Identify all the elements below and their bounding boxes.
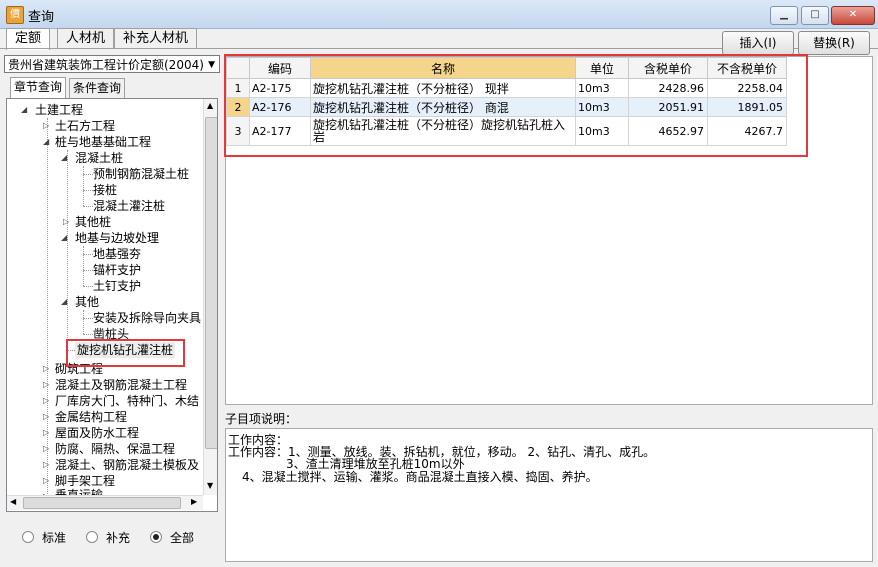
tree-node[interactable]: 混凝土、钢筋混凝土模板及	[55, 457, 199, 473]
highlight-box-tree	[66, 339, 185, 367]
tree-node[interactable]: 混凝土及钢筋混凝土工程	[55, 377, 187, 393]
expand-icon[interactable]: ▷	[43, 393, 49, 409]
tree-node[interactable]: 安装及拆除导向夹具	[93, 310, 201, 326]
radio-all[interactable]: 全部	[150, 530, 194, 546]
expand-icon[interactable]: ▷	[63, 214, 69, 230]
title-bar	[0, 0, 878, 29]
scroll-left-icon[interactable]: ◀	[10, 497, 16, 506]
expand-icon[interactable]: ▷	[43, 377, 49, 393]
tree-node[interactable]: 地基与边坡处理	[75, 230, 159, 246]
description-box: 工作内容： 工作内容：1、测量、放线。装、拆钻机，就位，移动。 2、钻孔、清孔、…	[225, 428, 873, 562]
expand-icon[interactable]: ▷	[43, 457, 49, 473]
tree-node[interactable]: 土钉支护	[93, 278, 141, 294]
radio-label: 标准	[42, 531, 67, 545]
radio-supplementary[interactable]: 补充	[86, 530, 130, 546]
radio-circle-checked	[150, 531, 162, 543]
scroll-up-icon[interactable]: ▲	[207, 101, 213, 110]
tree-node[interactable]: 厂库房大门、特种门、木结	[55, 393, 199, 409]
tree-node[interactable]: 接桩	[93, 182, 117, 198]
scrollbar-thumb[interactable]	[205, 117, 217, 449]
tab-quota[interactable]: 定额	[6, 28, 51, 50]
collapse-icon[interactable]: ◢	[61, 150, 67, 166]
quota-library-value: 贵州省建筑装饰工程计价定额(2004)	[8, 58, 204, 72]
maximize-icon: □	[810, 9, 820, 20]
description-label: 子目项说明：	[225, 412, 298, 426]
tree-node[interactable]: 防腐、隔热、保温工程	[55, 441, 175, 457]
tree-node[interactable]: 混凝土灌注桩	[93, 198, 165, 214]
collapse-icon[interactable]: ◢	[43, 134, 49, 150]
insert-button[interactable]: 插入(I)	[722, 31, 794, 55]
close-icon: ✕	[848, 9, 858, 20]
tree-vertical-scrollbar[interactable]: ▲ ▼	[203, 99, 217, 495]
expand-icon[interactable]: ▷	[43, 409, 49, 425]
expand-icon[interactable]: ▷	[43, 361, 49, 377]
maximize-button[interactable]: □	[801, 6, 829, 25]
close-button[interactable]: ✕	[831, 6, 875, 25]
tab-condition-query[interactable]: 条件查询	[69, 78, 126, 98]
tree-node[interactable]: 地基强夯	[93, 246, 141, 262]
collapse-icon[interactable]: ◢	[21, 102, 27, 118]
description-line: 3、渣土清理堆放至孔桩10m以外	[286, 457, 465, 471]
expand-icon[interactable]: ▷	[43, 473, 49, 489]
tree-node[interactable]: 预制钢筋混凝土桩	[93, 166, 189, 182]
description-line: 4、混凝土搅拌、运输、灌浆。商品混凝土直接入模、捣固、养护。	[242, 470, 598, 484]
radio-standard[interactable]: 标准	[22, 530, 66, 546]
collapse-icon[interactable]: ◢	[61, 294, 67, 310]
tree-node[interactable]: 锚杆支护	[93, 262, 141, 278]
collapse-icon[interactable]: ◢	[61, 230, 67, 246]
expand-icon[interactable]: ▷	[43, 118, 49, 134]
chevron-down-icon: ▼	[208, 60, 215, 70]
tree-node[interactable]: 金属结构工程	[55, 409, 127, 425]
expand-icon[interactable]: ▷	[43, 425, 49, 441]
tree-node[interactable]: 桩与地基基础工程	[55, 134, 151, 150]
minimize-icon: ▁	[780, 9, 788, 20]
radio-label: 全部	[170, 531, 195, 545]
tree-node[interactable]: 其他桩	[75, 214, 111, 230]
tree-node[interactable]: 屋面及防水工程	[55, 425, 139, 441]
quota-library-select[interactable]: 贵州省建筑装饰工程计价定额(2004) ▼	[4, 55, 220, 73]
highlight-box-table	[224, 54, 808, 157]
minimize-button[interactable]: ▁	[770, 6, 798, 25]
tab-supplementary-lmm[interactable]: 补充人材机	[114, 28, 198, 49]
chapter-tree[interactable]: ◢ 土建工程 ▷ 土石方工程 ◢ 桩与地基基础工程 ◢ 混凝土桩 预制钢筋混凝土…	[6, 98, 218, 512]
window-title: 查询	[28, 10, 55, 25]
app-icon: 價	[6, 6, 24, 24]
radio-label: 补充	[106, 531, 131, 545]
tab-labor-material-machine[interactable]: 人材机	[57, 28, 115, 49]
scroll-down-icon[interactable]: ▼	[207, 481, 213, 490]
tree-horizontal-scrollbar[interactable]: ◀ ▶	[7, 495, 203, 510]
tree-node[interactable]: 其他	[75, 294, 99, 310]
radio-circle	[22, 531, 34, 543]
tab-chapter-query[interactable]: 章节查询	[10, 77, 67, 98]
replace-button[interactable]: 替换(R)	[798, 31, 870, 55]
tree-node[interactable]: 混凝土桩	[75, 150, 123, 166]
expand-icon[interactable]: ▷	[43, 441, 49, 457]
radio-circle	[86, 531, 98, 543]
scroll-right-icon[interactable]: ▶	[191, 497, 197, 506]
tree-node[interactable]: 土建工程	[35, 102, 83, 118]
tree-node[interactable]: 土石方工程	[55, 118, 115, 134]
scrollbar-thumb[interactable]	[23, 497, 181, 509]
